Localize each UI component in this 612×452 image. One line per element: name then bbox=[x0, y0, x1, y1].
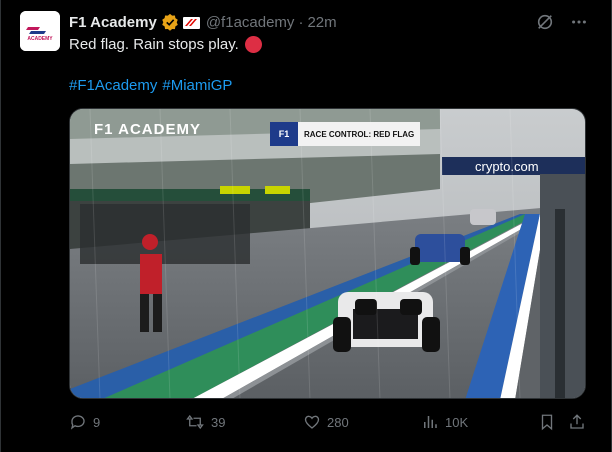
repost-button[interactable]: 39 bbox=[185, 413, 225, 431]
hashtag-link[interactable]: #MiamiGP bbox=[162, 77, 232, 94]
reply-count: 9 bbox=[93, 414, 101, 430]
share-icon bbox=[570, 414, 584, 429]
svg-text:ACADEMY: ACADEMY bbox=[27, 36, 53, 42]
views-count: 10K bbox=[445, 414, 469, 430]
race-control-badge: F1 RACE CONTROL: RED FLAG bbox=[270, 122, 421, 146]
share-button[interactable] bbox=[568, 413, 586, 431]
bookmark-icon bbox=[541, 414, 553, 431]
action-bar: 9 39 280 10K bbox=[69, 413, 586, 433]
tweet-text-body: Red flag. Rain stops play. bbox=[69, 36, 239, 53]
handle[interactable]: @f1academy bbox=[206, 14, 295, 31]
tweet-text: Red flag. Rain stops play. bbox=[69, 36, 262, 53]
red-circle-emoji bbox=[244, 36, 262, 53]
flag-icon bbox=[182, 16, 200, 29]
broadcast-logo: F1 ACADEMY bbox=[94, 121, 201, 138]
views-button[interactable]: 10K bbox=[421, 413, 468, 431]
grok-icon[interactable] bbox=[535, 12, 555, 32]
avatar[interactable]: ACADEMY bbox=[20, 11, 60, 51]
badge-logo: F1 bbox=[270, 122, 298, 146]
verified-badge-icon[interactable] bbox=[161, 13, 179, 31]
badge-title: RACE CONTROL: RED FLAG bbox=[304, 129, 415, 139]
timestamp[interactable]: 22m bbox=[307, 14, 336, 31]
repost-icon bbox=[186, 414, 204, 430]
hashtag-link[interactable]: #F1Academy bbox=[69, 77, 157, 94]
tweet-header: F1 Academy @f1academy · 22m bbox=[69, 12, 337, 32]
media-image[interactable]: crypto.com F1 ACADEMY F1 RACE CONTROL: R… bbox=[69, 108, 586, 399]
views-icon bbox=[424, 416, 437, 428]
f1-academy-logo: ACADEMY bbox=[20, 11, 60, 51]
repost-count: 39 bbox=[211, 414, 226, 430]
more-icon[interactable] bbox=[569, 12, 589, 32]
hashtags: #F1Academy #MiamiGP bbox=[69, 77, 232, 94]
like-icon bbox=[304, 415, 320, 429]
pitlane-photo: crypto.com bbox=[70, 109, 585, 398]
badge-text: RACE CONTROL: RED FLAG bbox=[298, 122, 421, 146]
like-count: 280 bbox=[327, 414, 349, 430]
separator-dot: · bbox=[298, 13, 304, 31]
reply-icon bbox=[70, 415, 85, 430]
display-name[interactable]: F1 Academy bbox=[69, 14, 157, 31]
like-button[interactable]: 280 bbox=[303, 413, 349, 431]
top-actions bbox=[535, 12, 589, 32]
reply-button[interactable]: 9 bbox=[69, 413, 100, 431]
tweet[interactable]: ACADEMY F1 Academy @f1academy · 22m Red … bbox=[0, 0, 612, 452]
crypto-sign-text: crypto.com bbox=[475, 159, 539, 174]
bookmark-button[interactable] bbox=[538, 413, 556, 431]
